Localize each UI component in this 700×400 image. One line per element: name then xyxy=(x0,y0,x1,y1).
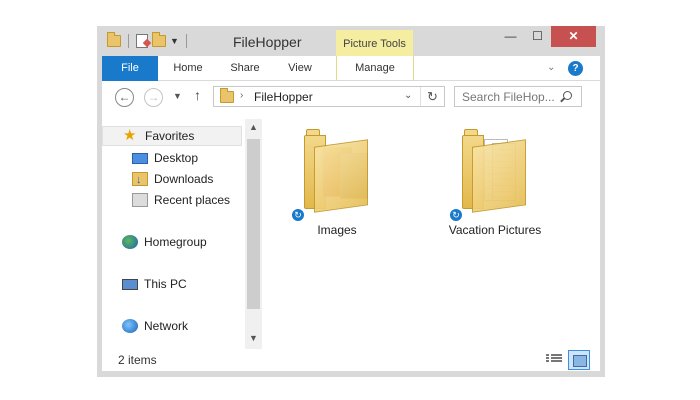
downloads-icon xyxy=(132,170,148,190)
toolbar-separator xyxy=(128,34,129,48)
quick-access-toolbar: ▼ xyxy=(107,32,190,48)
nav-item-network[interactable]: Network xyxy=(122,316,188,336)
nav-item-this-pc[interactable]: This PC xyxy=(122,274,187,294)
sync-icon: ↻ xyxy=(292,209,304,221)
folder-name: Images xyxy=(317,223,357,237)
folder-item-vacation-pictures[interactable]: ↻ Vacation Pictures xyxy=(430,125,560,243)
details-view-icon[interactable] xyxy=(546,353,562,367)
ribbon: File Home Share View Manage ⌄ ? xyxy=(102,56,600,81)
refresh-button[interactable]: ↻ xyxy=(420,87,444,106)
nav-item-label: Network xyxy=(144,319,189,333)
address-path[interactable]: FileHopper xyxy=(254,90,313,104)
homegroup-icon xyxy=(122,235,138,249)
nav-item-label: Homegroup xyxy=(144,235,207,249)
forward-button[interactable]: → xyxy=(144,88,163,107)
folder-item-images[interactable]: ↻ Images xyxy=(272,125,402,243)
recent-locations-icon[interactable]: ▼ xyxy=(173,91,182,101)
sync-icon: ↻ xyxy=(450,209,462,221)
computer-icon xyxy=(122,278,138,290)
navigation-pane: ★ Favorites Desktop Downloads Recent pla… xyxy=(102,119,262,349)
breadcrumb-chevron-icon[interactable]: › xyxy=(240,90,243,101)
tab-view[interactable]: View xyxy=(278,56,322,81)
properties-icon[interactable] xyxy=(136,34,148,48)
folder-icon xyxy=(107,32,121,47)
nav-item-downloads[interactable]: Downloads xyxy=(132,169,214,190)
nav-pane-scrollbar[interactable]: ▲ ▼ xyxy=(245,119,262,349)
new-folder-icon[interactable] xyxy=(152,32,166,47)
tab-manage[interactable]: Manage xyxy=(336,56,414,81)
nav-item-label: Recent places xyxy=(154,193,231,207)
nav-item-label: Desktop xyxy=(154,151,199,165)
star-icon: ★ xyxy=(123,127,137,144)
picture-folder-icon xyxy=(304,129,368,213)
scroll-up-icon[interactable]: ▲ xyxy=(249,122,258,132)
scrollbar-thumb[interactable] xyxy=(247,139,260,309)
tab-home[interactable]: Home xyxy=(162,56,214,81)
expand-ribbon-icon[interactable]: ⌄ xyxy=(547,62,555,73)
nav-item-desktop[interactable]: Desktop xyxy=(132,148,198,168)
explorer-window: ▼ FileHopper Picture Tools — ☐ ✕ File Ho… xyxy=(97,26,605,377)
tab-share[interactable]: Share xyxy=(220,56,270,81)
folder-name: Vacation Pictures xyxy=(448,223,542,237)
navigation-bar: ← → ▼ ↑ › FileHopper ⌄ ↻ Search FileHop.… xyxy=(102,81,600,119)
minimize-button[interactable]: — xyxy=(497,26,524,47)
close-button[interactable]: ✕ xyxy=(551,26,596,47)
chevron-down-icon[interactable]: ⌄ xyxy=(404,90,412,101)
up-button[interactable]: ↑ xyxy=(194,87,201,103)
desktop-icon xyxy=(132,152,148,164)
search-box[interactable]: Search FileHop... xyxy=(454,86,582,107)
toolbar-separator xyxy=(185,34,187,48)
nav-item-recent-places[interactable]: Recent places xyxy=(132,190,230,210)
nav-item-favorites[interactable]: ★ Favorites xyxy=(102,126,242,146)
nav-item-label: Downloads xyxy=(154,172,214,186)
maximize-button[interactable]: ☐ xyxy=(524,26,551,47)
tab-file[interactable]: File xyxy=(102,56,158,81)
status-bar: 2 items xyxy=(102,349,600,371)
title-bar: ▼ FileHopper Picture Tools — ☐ ✕ xyxy=(97,26,605,56)
window-title: FileHopper xyxy=(233,34,302,50)
help-icon[interactable]: ? xyxy=(568,61,583,76)
recent-places-icon xyxy=(132,193,148,207)
large-icons-view-icon[interactable] xyxy=(568,350,590,370)
search-icon[interactable] xyxy=(563,91,572,100)
picture-tools-context-tab: Picture Tools xyxy=(336,30,413,56)
file-list: ↻ Images ↻ Vacation Pictures xyxy=(262,119,600,349)
nav-item-label: Favorites xyxy=(145,129,195,143)
nav-item-homegroup[interactable]: Homegroup xyxy=(122,232,207,252)
back-button[interactable]: ← xyxy=(115,88,134,107)
item-count: 2 items xyxy=(118,353,157,367)
explorer-body: File Home Share View Manage ⌄ ? ← → ▼ ↑ … xyxy=(102,56,600,371)
customize-toolbar-icon[interactable]: ▼ xyxy=(170,36,179,46)
address-bar[interactable]: › FileHopper ⌄ ↻ xyxy=(213,86,445,107)
documents-folder-icon xyxy=(462,129,526,213)
network-icon xyxy=(122,319,138,333)
search-input[interactable]: Search FileHop... xyxy=(462,90,555,104)
folder-icon xyxy=(220,88,234,103)
scroll-down-icon[interactable]: ▼ xyxy=(249,333,258,343)
nav-item-label: This PC xyxy=(144,277,187,291)
